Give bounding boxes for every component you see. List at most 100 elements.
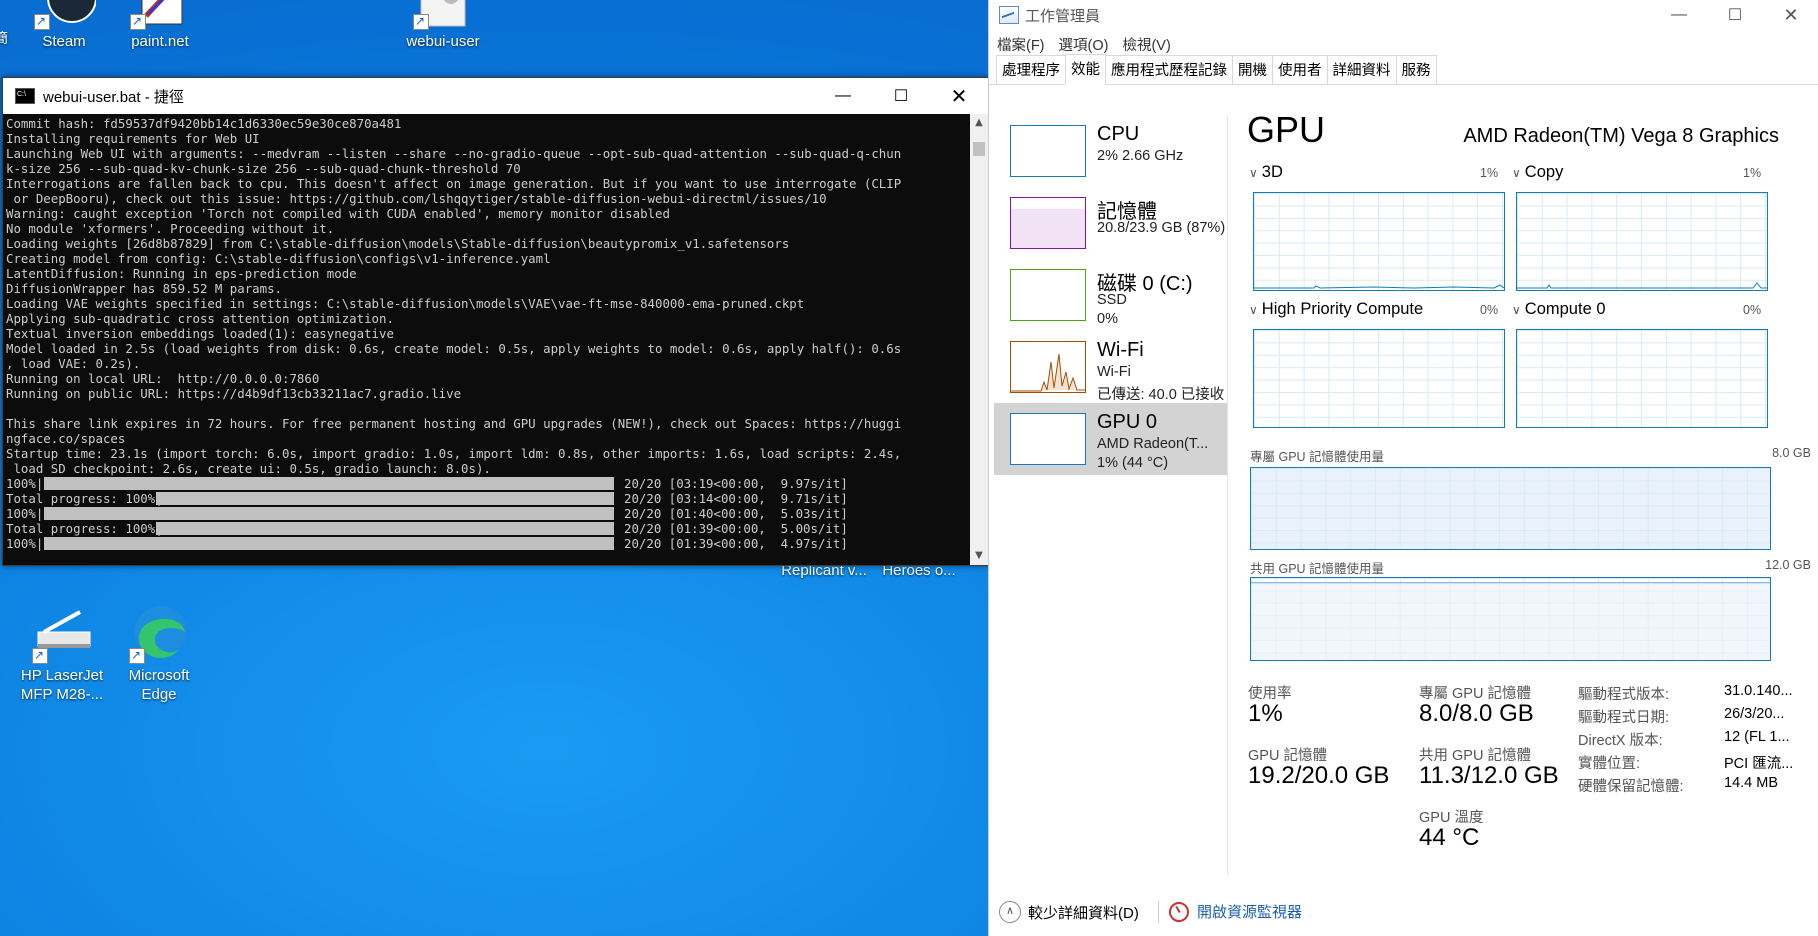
progress-bar <box>44 477 614 490</box>
open-resource-monitor-link[interactable]: 開啟資源監視器 <box>1169 901 1302 922</box>
graph-high-priority-compute <box>1253 329 1505 428</box>
reserved-memory-value: 14.4 MB <box>1724 775 1778 791</box>
footer-separator <box>1158 901 1159 923</box>
tab-processes[interactable]: 處理程序 <box>996 55 1066 84</box>
sidebar-item-detail: Wi-Fi <box>1097 364 1131 380</box>
tab-services[interactable]: 服務 <box>1395 55 1437 84</box>
graph-dedicated-memory <box>1250 467 1771 550</box>
console-line: Textual inversion embeddings loaded(1): … <box>6 326 394 341</box>
console-scrollbar[interactable]: ▲ ▼ <box>970 114 988 565</box>
console-line: Creating model from config: C:\stable-di… <box>6 251 551 266</box>
desktop-icon-webui-user[interactable]: webui-user <box>393 0 493 51</box>
sidebar-item-disk[interactable]: 磁碟 0 (C:) SSD 0% <box>994 259 1227 331</box>
driver-version-value: 31.0.140... <box>1724 683 1793 699</box>
minimize-button[interactable]: — <box>1651 0 1707 30</box>
console-line: Running on public URL: https://d4b9df13c… <box>6 386 462 401</box>
sidebar-item-detail: 0% <box>1097 311 1118 327</box>
engine-select-copy[interactable]: ∨ Copy <box>1512 163 1563 182</box>
steam-icon <box>32 0 97 31</box>
desktop-icon-hp-laserjet[interactable]: HP LaserJet MFP M28-... <box>12 600 112 704</box>
progress-suffix: 20/20 [01:39<00:00, 5.00s/it] <box>624 521 848 536</box>
chevron-down-icon: ∨ <box>1512 303 1521 317</box>
scroll-down-arrow-icon[interactable]: ▼ <box>970 547 988 565</box>
gpu-detail-pane: GPU AMD Radeon(TM) Vega 8 Graphics ∨ 3D 1… <box>1229 95 1818 865</box>
console-line: Loading weights [26d8b87829] from C:\sta… <box>6 236 790 251</box>
physical-location-label: 實體位置: <box>1578 756 1641 772</box>
sidebar-item-memory[interactable]: 記憶體 20.8/23.9 GB (87%) <box>994 187 1227 259</box>
desktop-icon-steam[interactable]: Steam <box>14 0 114 51</box>
task-manager-window[interactable]: 工作管理員 — ☐ ✕ 檔案(F) 選項(O) 檢視(V) 處理程序 效能 應用… <box>988 0 1818 936</box>
console-line: Installing requirements for Web UI <box>6 131 260 146</box>
console-line: , load VAE: 0.2s). <box>6 356 141 371</box>
sidebar-item-detail: SSD <box>1097 292 1127 308</box>
progress-prefix: 100%| <box>6 476 44 491</box>
console-line: DiffusionWrapper has 859.52 M params. <box>6 281 283 296</box>
console-line: This share link expires in 72 hours. For… <box>6 416 902 431</box>
gear-icon <box>411 0 475 31</box>
resource-monitor-label: 開啟資源監視器 <box>1197 904 1303 921</box>
tab-startup[interactable]: 開機 <box>1232 55 1273 84</box>
driver-date-value: 26/3/20... <box>1724 706 1785 722</box>
progress-prefix: 100%| <box>6 506 44 521</box>
console-app-icon <box>15 88 35 104</box>
progress-bar <box>44 507 614 520</box>
minimize-button[interactable]: — <box>814 78 872 114</box>
gpu-thumbnail-graph <box>1010 413 1086 465</box>
wifi-thumbnail-graph <box>1010 341 1086 393</box>
engine-select-3d[interactable]: ∨ 3D <box>1249 163 1283 182</box>
console-line: load SD checkpoint: 2.6s, create ui: 0.5… <box>6 461 491 476</box>
sidebar-item-wifi[interactable]: Wi-Fi Wi-Fi 已傳送: 40.0 已接收 <box>994 331 1227 403</box>
taskmgr-titlebar[interactable]: 工作管理員 — ☐ ✕ <box>989 0 1818 30</box>
graph-compute0 <box>1516 329 1768 428</box>
engine-select-compute0[interactable]: ∨ Compute 0 <box>1512 300 1606 319</box>
graph-shared-memory <box>1250 577 1771 661</box>
engine-label: 3D <box>1261 163 1283 181</box>
engine-pct: 0% <box>1743 303 1762 317</box>
progress-prefix: Total progress: 100%| <box>6 521 163 536</box>
console-line: Interrogations are fallen back to cpu. T… <box>6 176 902 191</box>
tab-details[interactable]: 詳細資料 <box>1326 55 1397 84</box>
sidebar-item-detail: 2% 2.66 GHz <box>1097 148 1184 164</box>
console-window[interactable]: webui-user.bat - 捷徑 — ☐ ✕ Commit hash: f… <box>2 77 989 566</box>
pane-divider[interactable] <box>1227 115 1228 875</box>
progress-bar <box>44 537 614 550</box>
maximize-button[interactable]: ☐ <box>872 78 930 114</box>
desktop-icon-paintnet[interactable]: paint.net <box>110 0 210 51</box>
maximize-button[interactable]: ☐ <box>1707 0 1763 30</box>
fewer-details-link[interactable]: ∧ 較少詳細資料(D) <box>999 901 1139 923</box>
sidebar-item-gpu0[interactable]: GPU 0 AMD Radeon(T... 1% (44 °C) <box>994 403 1227 475</box>
menu-view[interactable]: 檢視(V) <box>1122 34 1170 55</box>
engine-select-high-priority-compute[interactable]: ∨ High Priority Compute <box>1249 300 1423 319</box>
console-line: Applying sub-quadratic cross attention o… <box>6 311 394 326</box>
engine-label: Compute 0 <box>1524 300 1606 318</box>
tab-users[interactable]: 使用者 <box>1272 55 1328 84</box>
sidebar-item-cpu[interactable]: CPU 2% 2.66 GHz <box>994 115 1227 187</box>
chevron-down-icon: ∨ <box>1512 166 1521 180</box>
tab-app-history[interactable]: 應用程式歷程記錄 <box>1105 55 1233 84</box>
menu-options[interactable]: 選項(O) <box>1059 34 1109 55</box>
scrollbar-thumb[interactable] <box>973 142 985 156</box>
close-button[interactable]: ✕ <box>1763 0 1818 30</box>
close-button[interactable]: ✕ <box>930 78 988 114</box>
dedicated-mem-graph-label: 專屬 GPU 記憶體使用量 <box>1250 450 1385 464</box>
desktop-icon-edge[interactable]: Microsoft Edge <box>109 600 209 704</box>
engine-pct: 0% <box>1480 303 1499 317</box>
disk-thumbnail-graph <box>1010 269 1086 321</box>
tab-strip: 處理程序 效能 應用程式歷程記錄 開機 使用者 詳細資料 服務 <box>989 54 1818 85</box>
console-progress-line: Total progress: 100%| 20/20 [01:39<00:00,… <box>6 521 970 536</box>
console-output[interactable]: Commit hash: fd59537df9420bb14c1d6330ec5… <box>3 114 970 565</box>
scroll-up-arrow-icon[interactable]: ▲ <box>970 114 988 132</box>
engine-pct: 1% <box>1480 166 1499 180</box>
menu-file[interactable]: 檔案(F) <box>997 34 1045 55</box>
physical-location-value: PCI 匯流... <box>1724 756 1794 772</box>
tab-performance[interactable]: 效能 <box>1065 54 1106 85</box>
console-titlebar[interactable]: webui-user.bat - 捷徑 — ☐ ✕ <box>3 78 988 114</box>
progress-bar <box>156 522 614 535</box>
page-title: GPU <box>1247 109 1326 150</box>
sidebar-item-label: Wi-Fi <box>1097 339 1144 361</box>
memory-thumbnail-graph <box>1010 197 1086 249</box>
gpu-memory-value: 19.2/20.0 GB <box>1248 762 1390 789</box>
graph-copy <box>1516 192 1768 291</box>
console-line: Running on local URL: http://0.0.0.0:786… <box>6 371 320 386</box>
